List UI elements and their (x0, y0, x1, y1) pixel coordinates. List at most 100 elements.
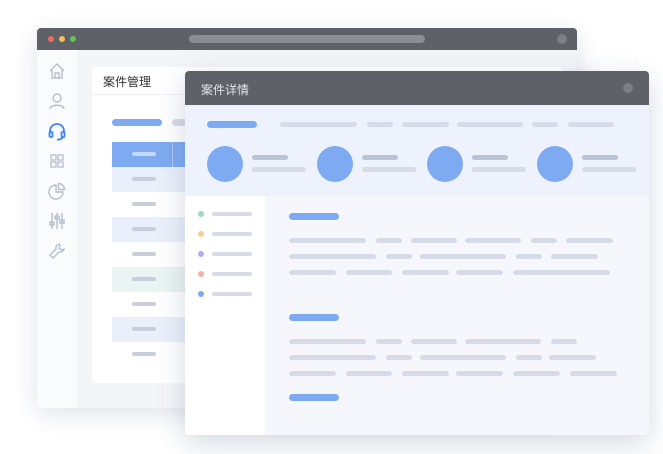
cell (132, 302, 156, 306)
cell (132, 327, 156, 331)
placeholder-text (457, 122, 523, 127)
placeholder-text (289, 339, 366, 344)
cell (132, 227, 156, 231)
header-cell (132, 152, 156, 156)
placeholder-text (456, 371, 503, 376)
cell (132, 277, 156, 281)
sliders-icon[interactable] (47, 211, 67, 231)
table-header (112, 142, 192, 167)
browser-titlebar (37, 28, 577, 50)
nav-item[interactable] (212, 272, 252, 276)
placeholder-text (402, 270, 449, 275)
avatar[interactable] (537, 146, 573, 182)
placeholder-text (570, 371, 617, 376)
avatar[interactable] (207, 146, 243, 182)
placeholder-text (420, 355, 506, 360)
table-row[interactable] (112, 242, 192, 267)
placeholder-text (402, 371, 449, 376)
avatar-subtext (472, 167, 526, 172)
wrench-icon[interactable] (47, 241, 67, 261)
minimize-dot-icon[interactable] (59, 36, 65, 42)
tab-active[interactable] (112, 119, 162, 126)
placeholder-text (549, 355, 596, 360)
cell (132, 352, 156, 356)
header-divider (172, 142, 173, 167)
page-title: 案件管理 (103, 75, 152, 89)
placeholder-text (551, 254, 598, 259)
detail-content (265, 196, 649, 435)
placeholder-text (376, 238, 402, 243)
status-dot-icon (198, 231, 204, 237)
placeholder-text (465, 339, 541, 344)
placeholder-text (516, 254, 542, 259)
window-close-icon[interactable] (623, 83, 633, 93)
home-icon[interactable] (47, 61, 67, 81)
table-row[interactable] (112, 192, 192, 217)
placeholder-text (568, 122, 614, 127)
detail-header (185, 105, 649, 196)
user-icon[interactable] (47, 91, 67, 111)
avatar-subtext (362, 167, 416, 172)
placeholder-text (411, 238, 457, 243)
window-title: 案件详情 (201, 83, 250, 97)
avatar-name (582, 155, 618, 160)
placeholder-text (532, 122, 558, 127)
placeholder-text (411, 339, 457, 344)
placeholder-text (289, 371, 336, 376)
placeholder-text (386, 355, 412, 360)
nav-item[interactable] (212, 292, 252, 296)
placeholder-text (280, 122, 357, 127)
avatar-name (252, 155, 288, 160)
status-dot-icon (198, 271, 204, 277)
section-heading (289, 213, 339, 220)
avatar-subtext (582, 167, 636, 172)
placeholder-text (289, 355, 376, 360)
status-dot-icon (198, 211, 204, 217)
section-heading (289, 394, 339, 401)
table-row[interactable] (112, 267, 192, 292)
close-dot-icon[interactable] (48, 36, 54, 42)
placeholder-text (289, 254, 376, 259)
placeholder-text (402, 122, 449, 127)
placeholder-text (531, 238, 557, 243)
table-row[interactable] (112, 217, 192, 242)
avatar[interactable] (427, 146, 463, 182)
placeholder-text (513, 270, 610, 275)
placeholder-text (289, 238, 366, 243)
placeholder-text (367, 122, 393, 127)
headset-icon[interactable] (47, 121, 67, 141)
nav-item[interactable] (212, 232, 252, 236)
placeholder-text (386, 254, 412, 259)
table-row[interactable] (112, 292, 192, 317)
nav-item[interactable] (212, 252, 252, 256)
placeholder-text (551, 339, 577, 344)
case-detail-window: 案件详情 (185, 71, 649, 435)
placeholder-text (566, 238, 613, 243)
nav-item[interactable] (212, 212, 252, 216)
avatar-name (472, 155, 508, 160)
window-menu-icon[interactable] (557, 34, 567, 44)
placeholder-text (513, 371, 560, 376)
status-dot-icon (198, 291, 204, 297)
address-bar[interactable] (189, 35, 425, 43)
detail-titlebar: 案件详情 (185, 71, 649, 105)
placeholder-text (420, 254, 506, 259)
table-row[interactable] (112, 317, 192, 342)
detail-nav (185, 196, 265, 435)
avatar[interactable] (317, 146, 353, 182)
maximize-dot-icon[interactable] (70, 36, 76, 42)
table-row[interactable] (112, 342, 192, 367)
grid-icon[interactable] (47, 151, 67, 171)
avatar-name (362, 155, 398, 160)
cell (132, 177, 156, 181)
detail-tab-active[interactable] (207, 121, 257, 128)
placeholder-text (376, 339, 402, 344)
cell (132, 252, 156, 256)
placeholder-text (346, 371, 392, 376)
status-dot-icon (198, 251, 204, 257)
pie-chart-icon[interactable] (47, 181, 67, 201)
section-heading (289, 314, 339, 321)
table-row[interactable] (112, 167, 192, 192)
avatar-subtext (252, 167, 306, 172)
placeholder-text (289, 270, 336, 275)
